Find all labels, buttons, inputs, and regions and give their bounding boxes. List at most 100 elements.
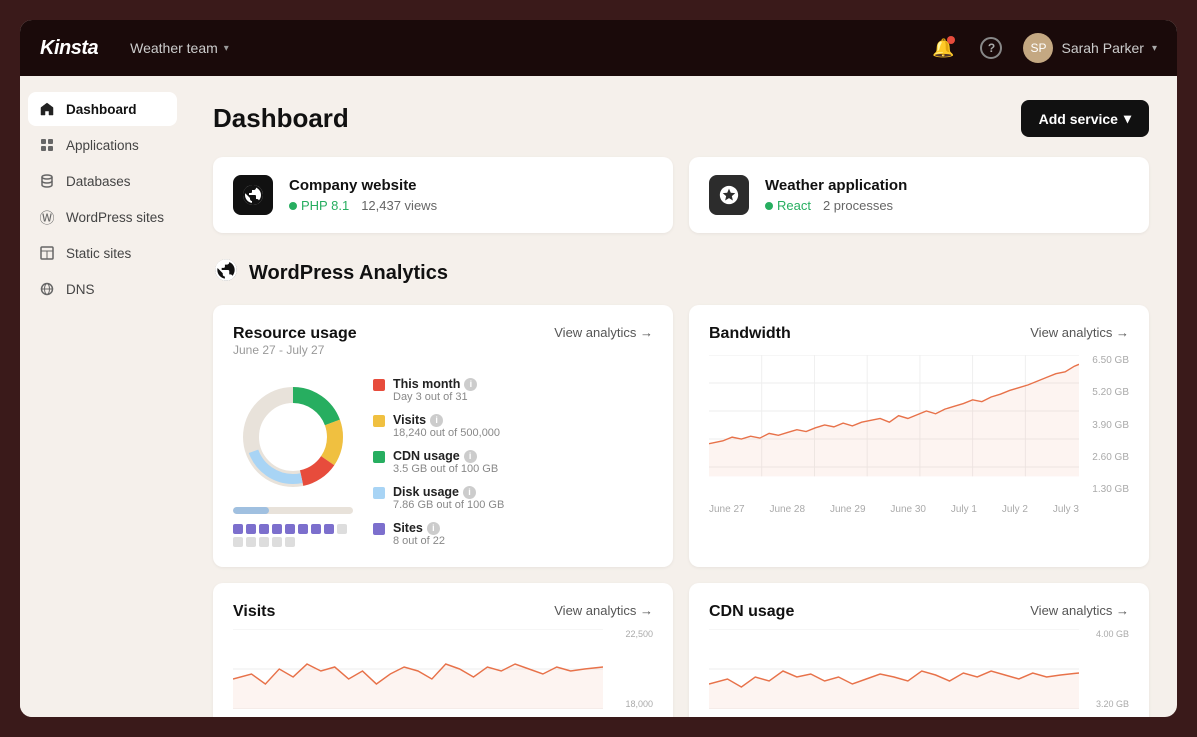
legend-color-3 xyxy=(373,487,385,499)
dns-icon xyxy=(38,280,56,298)
cdn-usage-card: CDN usage View analytics → 4.00 GB xyxy=(689,583,1149,717)
user-menu[interactable]: SP Sarah Parker ▾ xyxy=(1023,33,1157,63)
cdn-y-0: 4.00 GB xyxy=(1081,629,1129,639)
legend-item-0: This month i Day 3 out of 31 xyxy=(373,377,653,403)
bandwidth-y-2: 3.90 GB xyxy=(1081,420,1129,431)
sidebar: Dashboard Applications xyxy=(20,76,185,717)
sidebar-item-wordpress[interactable]: Ⓦ WordPress sites xyxy=(28,200,177,234)
wordpress-icon: Ⓦ xyxy=(38,208,56,226)
weather-site-name: Weather application xyxy=(765,177,907,194)
wp-section-icon xyxy=(213,257,239,289)
company-status-badge: PHP 8.1 xyxy=(289,198,349,213)
cdn-header: CDN usage View analytics → xyxy=(709,603,1129,621)
weather-site-info: Weather application React 2 processes xyxy=(765,177,907,213)
team-chevron-icon: ▾ xyxy=(224,43,229,54)
company-meta-text: 12,437 views xyxy=(361,198,437,213)
cdn-svg xyxy=(709,629,1079,709)
sidebar-item-databases[interactable]: Databases xyxy=(28,164,177,198)
bandwidth-svg xyxy=(709,355,1079,495)
weather-status-dot xyxy=(765,202,773,210)
usage-dot-1 xyxy=(233,524,243,534)
static-sites-icon xyxy=(38,244,56,262)
legend-title-3: Disk usage i xyxy=(393,485,504,499)
sidebar-label-dns: DNS xyxy=(66,282,95,297)
donut-chart xyxy=(233,377,353,497)
info-icon-3: i xyxy=(463,486,476,499)
legend-sub-2: 3.5 GB out of 100 GB xyxy=(393,463,498,475)
sidebar-item-dashboard[interactable]: Dashboard xyxy=(28,92,177,126)
usage-dot-4 xyxy=(272,524,282,534)
legend-title-0: This month i xyxy=(393,377,477,391)
usage-dot-2 xyxy=(246,524,256,534)
bandwidth-x-labels: June 27 June 28 June 29 June 30 July 1 J… xyxy=(709,504,1079,515)
cdn-chart-area: 4.00 GB 3.20 GB xyxy=(709,629,1129,709)
resource-usage-view-link[interactable]: View analytics → xyxy=(554,325,653,340)
legend-text-1: Visits i 18,240 out of 500,000 xyxy=(393,413,500,439)
usage-bar-row-1 xyxy=(233,507,353,514)
legend-title-4: Sites i xyxy=(393,521,445,535)
usage-dot-9 xyxy=(337,524,347,534)
bandwidth-x-0: June 27 xyxy=(709,504,745,515)
cdn-y-1: 3.20 GB xyxy=(1081,699,1129,709)
usage-dot-10 xyxy=(233,537,243,547)
bandwidth-x-6: July 3 xyxy=(1053,504,1079,515)
info-icon-2: i xyxy=(464,450,477,463)
legend-color-1 xyxy=(373,415,385,427)
donut-area xyxy=(233,377,353,547)
usage-bars xyxy=(233,507,353,514)
sidebar-item-dns[interactable]: DNS xyxy=(28,272,177,306)
site-card-company[interactable]: Company website PHP 8.1 12,437 views xyxy=(213,157,673,233)
help-button[interactable]: ? xyxy=(975,32,1007,64)
bandwidth-x-1: June 28 xyxy=(769,504,805,515)
topnav-right: 🔔 ? SP Sarah Parker ▾ xyxy=(927,32,1157,64)
avatar: SP xyxy=(1023,33,1053,63)
bandwidth-card: Bandwidth View analytics → xyxy=(689,305,1149,567)
visits-view-link[interactable]: View analytics → xyxy=(554,603,653,618)
cdn-view-link[interactable]: View analytics → xyxy=(1030,603,1129,618)
sidebar-item-static-sites[interactable]: Static sites xyxy=(28,236,177,270)
content-header: Dashboard Add service ▾ xyxy=(213,100,1149,137)
topnav: Kinsta Weather team ▾ 🔔 ? SP Sarah Parke… xyxy=(20,20,1177,76)
help-icon: ? xyxy=(980,37,1002,59)
visits-chart-area: 22,500 18,000 xyxy=(233,629,653,709)
notifications-button[interactable]: 🔔 xyxy=(927,32,959,64)
bandwidth-y-3: 2.60 GB xyxy=(1081,452,1129,463)
visits-y-labels: 22,500 18,000 xyxy=(605,629,653,709)
legend-item-1: Visits i 18,240 out of 500,000 xyxy=(373,413,653,439)
user-chevron-icon: ▾ xyxy=(1152,43,1157,54)
sidebar-label-databases: Databases xyxy=(66,174,131,189)
site-card-weather[interactable]: Weather application React 2 processes xyxy=(689,157,1149,233)
company-status-dot xyxy=(289,202,297,210)
visits-title: Visits xyxy=(233,603,275,621)
info-icon-4: i xyxy=(427,522,440,535)
weather-meta-text: 2 processes xyxy=(823,198,893,213)
bandwidth-y-0: 6.50 GB xyxy=(1081,355,1129,366)
databases-icon xyxy=(38,172,56,190)
cdn-y-labels: 4.00 GB 3.20 GB xyxy=(1081,629,1129,709)
add-service-button[interactable]: Add service ▾ xyxy=(1021,100,1149,137)
bandwidth-y-labels: 6.50 GB 5.20 GB 3.90 GB 2.60 GB 1.30 GB xyxy=(1081,355,1129,495)
usage-dots xyxy=(233,524,353,547)
team-name: Weather team xyxy=(130,40,218,56)
visits-y-0: 22,500 xyxy=(605,629,653,639)
weather-site-icon xyxy=(709,175,749,215)
info-icon-0: i xyxy=(464,378,477,391)
legend-item-4: Sites i 8 out of 22 xyxy=(373,521,653,547)
visits-svg xyxy=(233,629,603,709)
logo-text: Kinsta xyxy=(40,37,98,60)
legend-sub-1: 18,240 out of 500,000 xyxy=(393,427,500,439)
home-icon xyxy=(38,100,56,118)
legend-color-4 xyxy=(373,523,385,535)
bandwidth-view-link[interactable]: View analytics → xyxy=(1030,325,1129,340)
usage-dot-8 xyxy=(324,524,334,534)
legend-sub-4: 8 out of 22 xyxy=(393,535,445,547)
usage-dot-13 xyxy=(272,537,282,547)
usage-bar-track-1 xyxy=(233,507,353,514)
legend-list: This month i Day 3 out of 31 xyxy=(373,377,653,547)
visits-card: Visits View analytics → 22,500 xyxy=(213,583,673,717)
site-cards-grid: Company website PHP 8.1 12,437 views xyxy=(213,157,1149,233)
sidebar-item-applications[interactable]: Applications xyxy=(28,128,177,162)
team-selector[interactable]: Weather team ▾ xyxy=(130,40,229,56)
legend-text-4: Sites i 8 out of 22 xyxy=(393,521,445,547)
legend-item-2: CDN usage i 3.5 GB out of 100 GB xyxy=(373,449,653,475)
